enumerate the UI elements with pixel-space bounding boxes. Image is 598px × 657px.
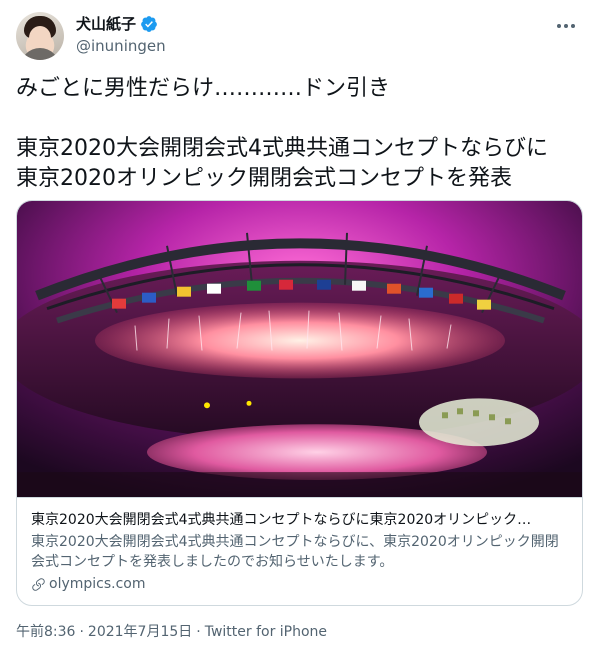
tweet-time[interactable]: 午前8:36 [16, 624, 75, 640]
tweet-text: みごとに男性だらけ…………ドン引き 東京2020大会開閉会式4式典共通コンセプト… [16, 74, 582, 194]
tweet-source[interactable]: Twitter for iPhone [205, 624, 327, 640]
author-handle[interactable]: @inuningen [76, 36, 166, 56]
tweet-header: 犬山紙子 @inuningen [16, 12, 582, 62]
tweet-date[interactable]: 2021年7月15日 [88, 624, 192, 640]
verified-badge-icon [141, 16, 157, 32]
tweet-meta: 午前8:36 · 2021年7月15日 · Twitter for iPhone [16, 622, 327, 642]
tweet-text-line: 東京2020大会開閉会式4式典共通コンセプトならびに [16, 136, 548, 161]
more-options-icon[interactable] [554, 16, 578, 36]
card-title[interactable]: 東京2020大会開閉会式4式典共通コンセプトならびに東京2020オリンピック… [31, 510, 571, 530]
card-description: 東京2020大会開閉会式4式典共通コンセプトならびに、東京2020オリンピック開… [31, 534, 559, 570]
link-preview-card[interactable]: 東京2020大会開閉会式4式典共通コンセプトならびに東京2020オリンピック… … [16, 200, 583, 606]
author-avatar[interactable] [16, 12, 64, 60]
tweet-text-line: みごとに男性だらけ…………ドン引き [16, 76, 391, 101]
card-domain-row[interactable]: olympics.com [31, 574, 571, 594]
link-icon [32, 577, 45, 591]
card-image-stadium-fireworks[interactable] [17, 201, 583, 498]
card-body[interactable]: 東京2020大会開閉会式4式典共通コンセプトならびに東京2020オリンピック… … [31, 510, 571, 594]
meta-separator: · [79, 624, 84, 640]
author-display-name[interactable]: 犬山紙子 [76, 14, 136, 34]
tweet-text-line: 東京2020オリンピック開閉会式コンセプトを発表 [16, 166, 512, 191]
meta-separator: · [196, 624, 201, 640]
author-name-row[interactable]: 犬山紙子 [76, 14, 158, 34]
card-domain[interactable]: olympics.com [49, 574, 146, 594]
